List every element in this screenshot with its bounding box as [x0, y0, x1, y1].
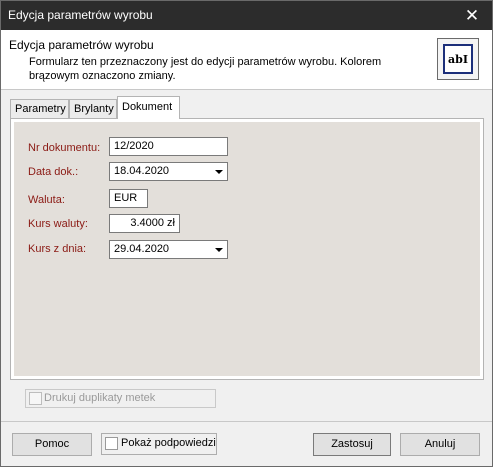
kurs-z-dnia-picker[interactable]: 29.04.2020 [109, 240, 228, 259]
close-icon[interactable]: ✕ [452, 1, 492, 30]
kurs-waluty-label: Kurs waluty: [28, 218, 88, 230]
data-dok-label: Data dok.: [28, 166, 79, 178]
chevron-down-icon[interactable] [215, 248, 223, 252]
nr-dokumentu-label: Nr dokumentu: [28, 142, 101, 154]
cancel-button[interactable]: Anuluj [400, 433, 480, 456]
header-description: Formularz ten przeznaczony jest do edycj… [29, 56, 382, 82]
dialog-window: Edycja parametrów wyrobu ✕ Edycja parame… [0, 0, 493, 467]
data-dok-value: 18.04.2020 [114, 165, 170, 177]
kurs-z-dnia-label: Kurs z dnia: [28, 243, 87, 255]
kurs-waluty-field[interactable]: 3.4000 zł [109, 214, 180, 233]
dialog-header: Edycja parametrów wyrobu Formularz ten p… [1, 30, 492, 90]
footer-separator [1, 421, 492, 422]
title-bar: Edycja parametrów wyrobu ✕ [1, 1, 492, 30]
drukuj-duplikaty-checkbox: Drukuj duplikaty metek [25, 389, 216, 408]
tab-dokument[interactable]: Dokument [117, 96, 180, 119]
data-dok-picker[interactable]: 18.04.2020 [109, 162, 228, 181]
drukuj-duplikaty-box [29, 392, 42, 405]
text-field-icon: abI [437, 38, 479, 80]
nr-dokumentu-field[interactable]: 12/2020 [109, 137, 228, 156]
text-field-icon-glyph: abI [443, 44, 473, 74]
waluta-field[interactable]: EUR [109, 189, 148, 208]
kurs-z-dnia-value: 29.04.2020 [114, 243, 170, 255]
show-hints-box[interactable] [105, 437, 118, 450]
waluta-label: Waluta: [28, 194, 65, 206]
drukuj-duplikaty-label: Drukuj duplikaty metek [44, 392, 156, 404]
tab-parametry[interactable]: Parametry [10, 99, 69, 118]
help-button[interactable]: Pomoc [12, 433, 92, 456]
tab-brylanty[interactable]: Brylanty [69, 99, 117, 118]
chevron-down-icon[interactable] [215, 170, 223, 174]
header-title: Edycja parametrów wyrobu [9, 38, 154, 52]
show-hints-checkbox[interactable]: Pokaż podpowiedzi [101, 433, 217, 455]
apply-button[interactable]: Zastosuj [313, 433, 391, 456]
show-hints-label: Pokaż podpowiedzi [121, 437, 216, 449]
window-title: Edycja parametrów wyrobu [8, 8, 153, 22]
